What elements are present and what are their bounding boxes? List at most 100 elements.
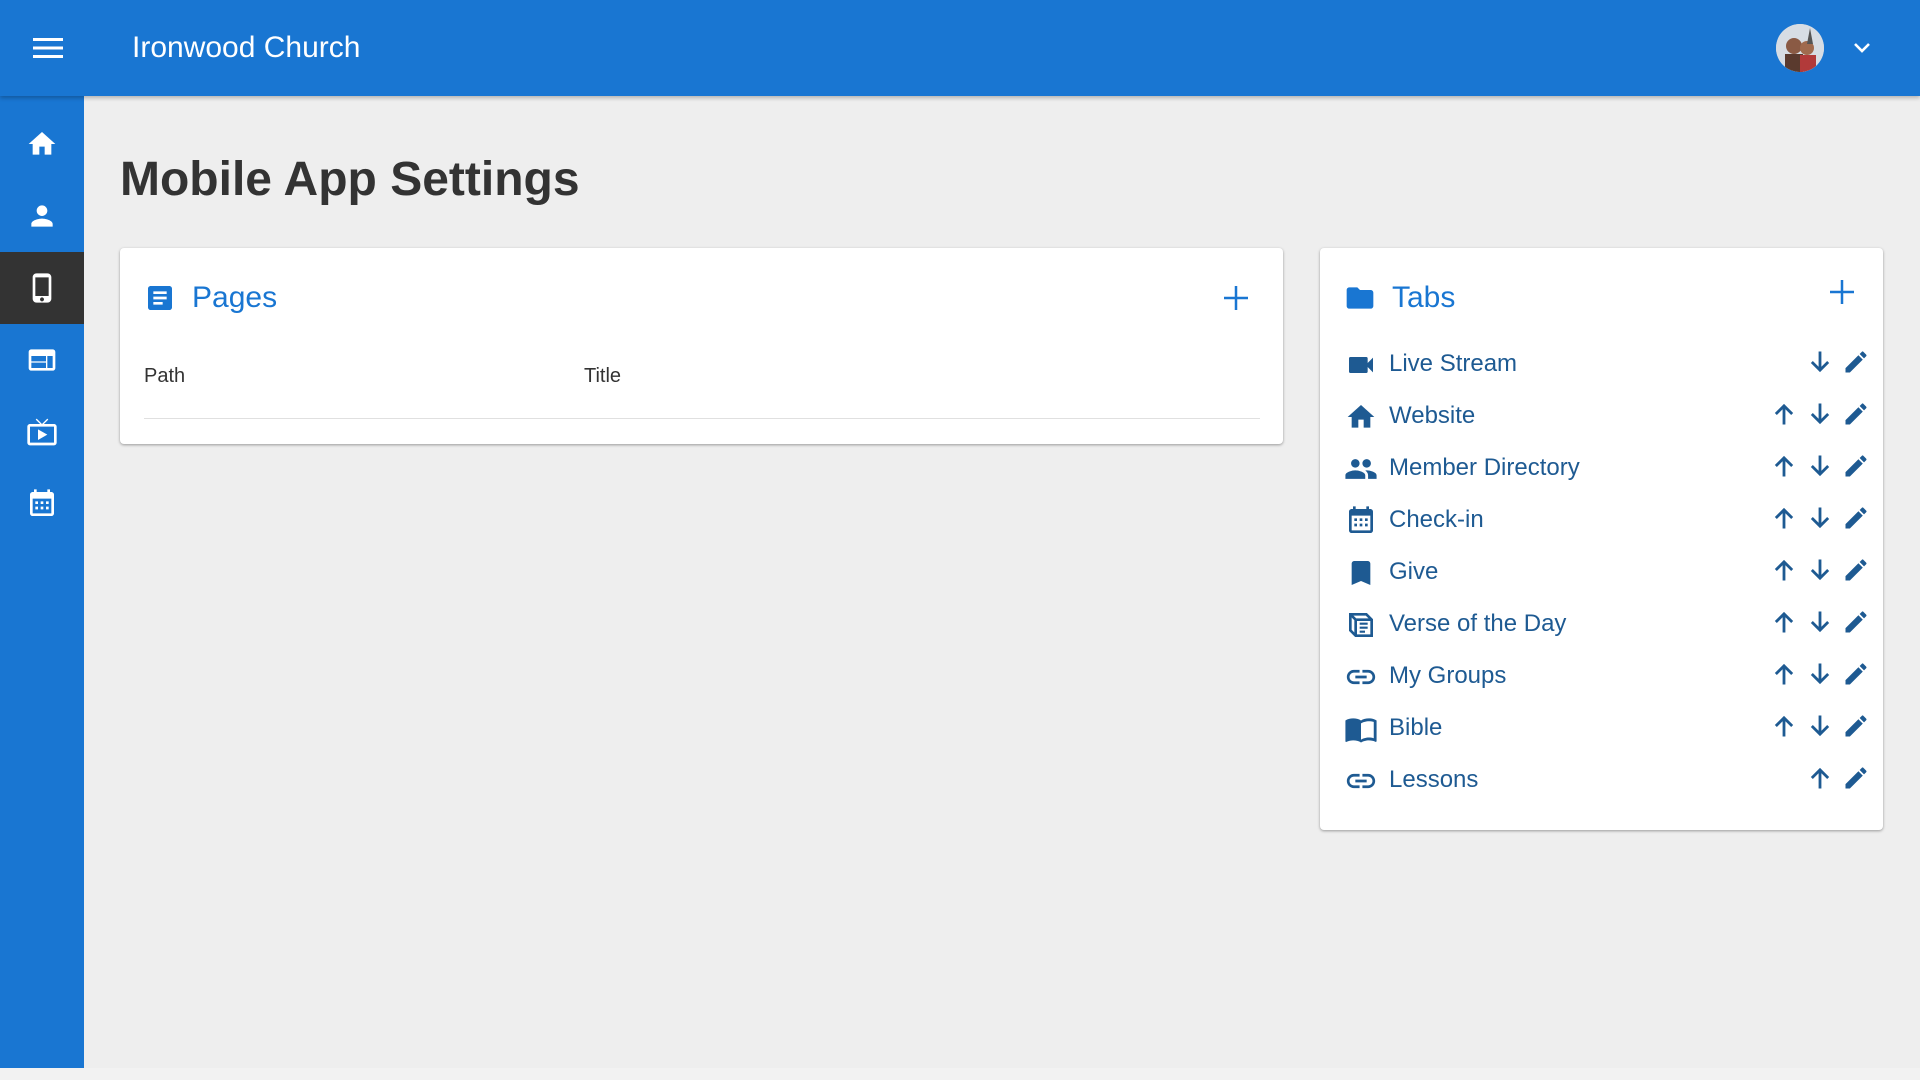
home-icon: [1344, 400, 1378, 434]
edit-button[interactable]: [1840, 762, 1872, 794]
sidebar-item-website[interactable]: [0, 324, 84, 396]
tab-label: Verse of the Day: [1389, 610, 1567, 637]
link-icon: [1344, 764, 1378, 798]
tab-label: Give: [1389, 558, 1439, 585]
tab-label: Website: [1389, 402, 1476, 429]
tab-item-member-directory: Member Directory: [1344, 446, 1867, 490]
tab-item-live-stream: Live Stream: [1344, 342, 1867, 386]
menu-icon[interactable]: [28, 30, 68, 66]
bookmark-icon: [1344, 556, 1378, 590]
move-down-button[interactable]: [1804, 398, 1836, 430]
folder-icon: [1344, 282, 1376, 314]
tab-label: Live Stream: [1389, 350, 1518, 377]
column-header-path[interactable]: Path: [144, 364, 185, 388]
edit-icon: [1845, 559, 1867, 581]
edit-icon: [1845, 351, 1867, 373]
column-header-title[interactable]: Title: [584, 364, 621, 388]
edit-icon: [1845, 611, 1867, 633]
web-icon: [28, 349, 56, 371]
arrow-down-icon: [1810, 455, 1830, 477]
page-title: Mobile App Settings: [120, 153, 580, 206]
edit-icon: [1845, 767, 1867, 789]
sidebar-item-calendar[interactable]: [0, 468, 84, 540]
calendar-icon: [30, 489, 54, 516]
edit-button[interactable]: [1840, 450, 1872, 482]
move-up-button[interactable]: [1768, 710, 1800, 742]
edit-button[interactable]: [1840, 658, 1872, 690]
sidebar-item-home[interactable]: [0, 108, 84, 180]
move-up-button[interactable]: [1768, 554, 1800, 586]
move-down-button[interactable]: [1804, 450, 1836, 482]
user-avatar[interactable]: [1776, 24, 1824, 72]
verse-icon: [1344, 608, 1378, 642]
edit-button[interactable]: [1840, 710, 1872, 742]
move-down-button[interactable]: [1804, 346, 1836, 378]
move-up-button[interactable]: [1768, 398, 1800, 430]
move-up-button[interactable]: [1804, 762, 1836, 794]
person-icon: [31, 205, 53, 227]
move-up-button[interactable]: [1768, 658, 1800, 690]
edit-button[interactable]: [1840, 554, 1872, 586]
arrow-up-icon: [1774, 715, 1794, 737]
move-down-button[interactable]: [1804, 710, 1836, 742]
tab-label: Check-in: [1389, 506, 1484, 533]
edit-button[interactable]: [1840, 398, 1872, 430]
move-down-button[interactable]: [1804, 658, 1836, 690]
sidebar-item-mobile[interactable]: [0, 252, 84, 324]
arrow-down-icon: [1810, 351, 1830, 373]
move-up-button[interactable]: [1768, 450, 1800, 482]
tabs-card-title: Tabs: [1392, 281, 1456, 314]
edit-icon: [1845, 663, 1867, 685]
tab-label: Bible: [1389, 714, 1443, 741]
arrow-up-icon: [1774, 507, 1794, 529]
sidebar-item-people[interactable]: [0, 180, 84, 252]
move-down-button[interactable]: [1804, 606, 1836, 638]
tab-label: Lessons: [1389, 766, 1479, 793]
article-icon: [144, 282, 176, 314]
arrow-up-icon: [1774, 663, 1794, 685]
arrow-up-icon: [1810, 767, 1830, 789]
people-icon: [1344, 452, 1378, 486]
arrow-down-icon: [1810, 663, 1830, 685]
arrow-up-icon: [1774, 403, 1794, 425]
bottom-strip: [0, 1068, 1920, 1080]
home-icon: [28, 132, 56, 155]
edit-button[interactable]: [1840, 346, 1872, 378]
edit-icon: [1845, 403, 1867, 425]
table-divider: [144, 418, 1260, 419]
edit-icon: [1845, 455, 1867, 477]
add-tab-button[interactable]: [1824, 274, 1860, 310]
add-page-button[interactable]: [1218, 280, 1254, 316]
tab-item-website: Website: [1344, 394, 1867, 438]
move-down-button[interactable]: [1804, 502, 1836, 534]
edit-button[interactable]: [1840, 502, 1872, 534]
edit-icon: [1845, 507, 1867, 529]
tab-label: Member Directory: [1389, 454, 1580, 481]
move-up-button[interactable]: [1768, 502, 1800, 534]
sidebar-item-sermons[interactable]: [0, 396, 84, 468]
tab-item-check-in: Check-in: [1344, 498, 1867, 542]
pages-card-title: Pages: [192, 281, 278, 314]
tab-item-bible: Bible: [1344, 706, 1867, 750]
sidebar-nav: [0, 96, 84, 1068]
church-name: Ironwood Church: [132, 31, 361, 64]
tab-item-lessons: Lessons: [1344, 758, 1867, 802]
move-down-button[interactable]: [1804, 554, 1836, 586]
chevron-down-icon[interactable]: [1848, 34, 1876, 62]
tab-item-verse-of-the-day: Verse of the Day: [1344, 602, 1867, 646]
tab-item-my-groups: My Groups: [1344, 654, 1867, 698]
smartphone-icon: [32, 273, 52, 303]
arrow-up-icon: [1774, 611, 1794, 633]
pages-card: Pages Path Title: [120, 248, 1283, 444]
arrow-down-icon: [1810, 559, 1830, 581]
edit-icon: [1845, 715, 1867, 737]
edit-button[interactable]: [1840, 606, 1872, 638]
arrow-down-icon: [1810, 611, 1830, 633]
add-icon: [1224, 286, 1248, 310]
menu-book-icon: [1344, 712, 1378, 746]
tabs-card: Tabs Live Stream Website Member Director…: [1320, 248, 1883, 830]
move-up-button[interactable]: [1768, 606, 1800, 638]
arrow-down-icon: [1810, 403, 1830, 425]
arrow-up-icon: [1774, 559, 1794, 581]
live-tv-icon: [27, 418, 57, 446]
